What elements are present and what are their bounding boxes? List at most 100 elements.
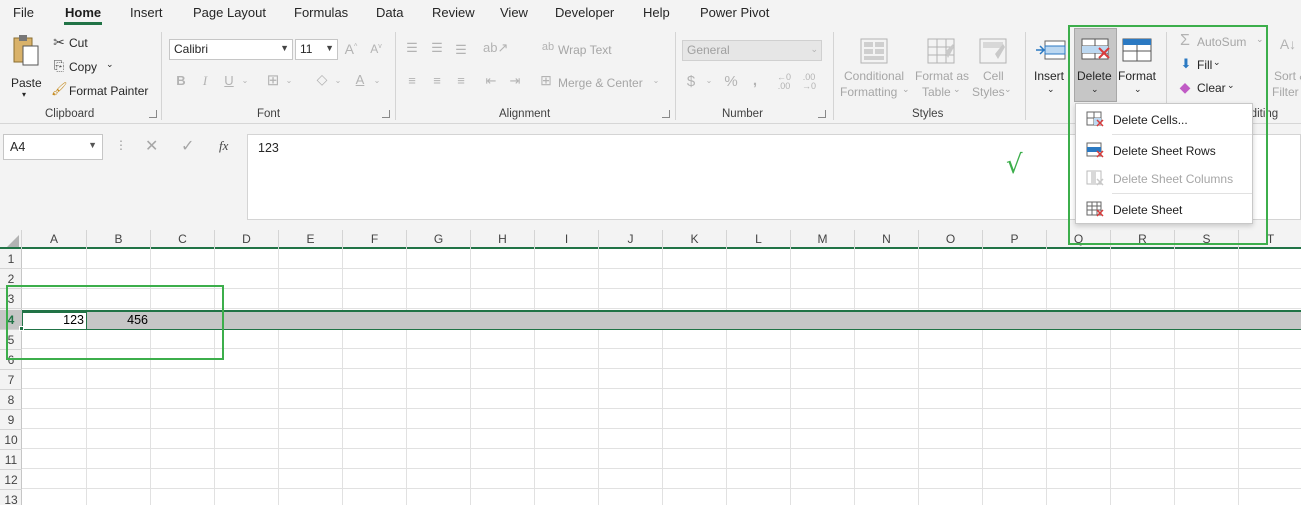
currency-icon[interactable]: $ bbox=[684, 73, 698, 90]
number-format-select[interactable]: General ⌄ bbox=[682, 40, 822, 61]
column-header-t[interactable]: T bbox=[1239, 230, 1301, 249]
row-header-5[interactable]: 5 bbox=[0, 330, 22, 350]
chevron-down-icon[interactable]: ⌄ bbox=[1227, 80, 1235, 91]
autosum-button[interactable]: AutoSum bbox=[1197, 35, 1246, 49]
chevron-down-icon[interactable]: ⌄ bbox=[240, 76, 250, 85]
decrease-indent-icon[interactable]: ⇤ bbox=[482, 73, 500, 89]
menu-item-delete-cells[interactable]: Delete Cells... bbox=[1076, 106, 1252, 132]
column-header-d[interactable]: D bbox=[215, 230, 279, 249]
row-4-selected[interactable] bbox=[22, 310, 1301, 330]
column-header-b[interactable]: B bbox=[87, 230, 151, 249]
align-center-icon[interactable]: ≡ bbox=[428, 73, 446, 88]
borders-icon[interactable]: ⊞ bbox=[265, 71, 281, 89]
align-left-icon[interactable]: ≡ bbox=[403, 73, 421, 88]
delete-button[interactable]: Delete ⌄ bbox=[1074, 28, 1117, 102]
tab-power-pivot[interactable]: Power Pivot bbox=[700, 5, 769, 20]
column-header-m[interactable]: M bbox=[791, 230, 855, 249]
cell-a4[interactable]: 123 bbox=[22, 313, 84, 327]
tab-developer[interactable]: Developer bbox=[555, 5, 614, 20]
chevron-down-icon[interactable]: ⌄ bbox=[651, 76, 661, 85]
clear-button[interactable]: Clear bbox=[1197, 81, 1226, 95]
orientation-icon[interactable]: ab↗ bbox=[483, 40, 508, 56]
column-header-j[interactable]: J bbox=[599, 230, 663, 249]
clipboard-launcher-icon[interactable] bbox=[149, 110, 157, 118]
font-size-select[interactable]: 11 ▼ bbox=[295, 39, 338, 60]
column-header-o[interactable]: O bbox=[919, 230, 983, 249]
chevron-down-icon[interactable]: ⌄ bbox=[372, 76, 382, 85]
column-header-p[interactable]: P bbox=[983, 230, 1047, 249]
increase-font-icon[interactable]: A^ bbox=[343, 41, 359, 57]
row-header-6[interactable]: 6 bbox=[0, 350, 22, 370]
column-header-c[interactable]: C bbox=[151, 230, 215, 249]
fill-button[interactable]: Fill bbox=[1197, 58, 1212, 72]
cut-button[interactable]: Cut bbox=[69, 36, 88, 50]
tab-page-layout[interactable]: Page Layout bbox=[193, 5, 266, 20]
column-header-q[interactable]: Q bbox=[1047, 230, 1111, 249]
cancel-icon[interactable]: ✕ bbox=[145, 136, 158, 156]
menu-item-delete-sheet-rows[interactable]: Delete Sheet Rows bbox=[1076, 137, 1252, 163]
paste-button[interactable]: Paste ▾ bbox=[8, 34, 46, 100]
tab-file[interactable]: File bbox=[13, 5, 34, 20]
row-header-8[interactable]: 8 bbox=[0, 390, 22, 410]
enter-icon[interactable]: ✓ bbox=[181, 136, 194, 156]
cell-grid[interactable] bbox=[22, 249, 1301, 505]
sort-filter-label[interactable]: Sort & bbox=[1274, 69, 1301, 83]
column-header-n[interactable]: N bbox=[855, 230, 919, 249]
percent-icon[interactable]: % bbox=[723, 73, 739, 90]
font-color-icon[interactable]: A bbox=[352, 72, 368, 87]
row-header-13[interactable]: 13 bbox=[0, 490, 22, 505]
italic-icon[interactable]: I bbox=[198, 73, 212, 89]
fill-handle[interactable] bbox=[19, 326, 24, 331]
column-header-r[interactable]: R bbox=[1111, 230, 1175, 249]
chevron-down-icon[interactable]: ⌄ bbox=[1213, 57, 1221, 68]
decrease-font-icon[interactable]: Av bbox=[368, 42, 384, 56]
underline-icon[interactable]: U bbox=[222, 73, 236, 88]
tab-help[interactable]: Help bbox=[643, 5, 670, 20]
column-header-l[interactable]: L bbox=[727, 230, 791, 249]
format-painter-button[interactable]: Format Painter bbox=[69, 84, 148, 98]
decrease-decimal-icon[interactable]: .00 →0 bbox=[800, 73, 818, 91]
conditional-formatting-button[interactable]: Conditional Formatting ⌄ bbox=[838, 36, 912, 102]
row-header-12[interactable]: 12 bbox=[0, 470, 22, 490]
row-header-11[interactable]: 11 bbox=[0, 450, 22, 470]
insert-function-icon[interactable]: fx bbox=[219, 138, 228, 154]
column-header-s[interactable]: S bbox=[1175, 230, 1239, 249]
align-right-icon[interactable]: ≡ bbox=[452, 73, 470, 88]
column-header-e[interactable]: E bbox=[279, 230, 343, 249]
bold-icon[interactable]: B bbox=[174, 73, 188, 88]
wrap-text-button[interactable]: Wrap Text bbox=[558, 43, 612, 57]
font-launcher-icon[interactable] bbox=[382, 110, 390, 118]
column-header-g[interactable]: G bbox=[407, 230, 471, 249]
font-name-select[interactable]: Calibri ▼ bbox=[169, 39, 293, 60]
chevron-down-icon[interactable]: ⌄ bbox=[333, 76, 343, 85]
chevron-down-icon[interactable]: ⌄ bbox=[704, 76, 714, 85]
chevron-down-icon[interactable]: ⌄ bbox=[284, 76, 294, 85]
tab-insert[interactable]: Insert bbox=[130, 5, 163, 20]
tab-formulas[interactable]: Formulas bbox=[294, 5, 348, 20]
column-header-i[interactable]: I bbox=[535, 230, 599, 249]
increase-decimal-icon[interactable]: ←0.00 bbox=[775, 73, 793, 91]
chevron-down-icon[interactable]: ⌄ bbox=[106, 59, 114, 70]
copy-button[interactable]: Copy bbox=[69, 60, 97, 74]
chevron-down-icon[interactable]: ▼ bbox=[88, 140, 97, 150]
chevron-down-icon[interactable]: ⌄ bbox=[1256, 34, 1264, 45]
tab-data[interactable]: Data bbox=[376, 5, 403, 20]
menu-item-delete-sheet[interactable]: Delete Sheet bbox=[1076, 196, 1252, 222]
row-header-10[interactable]: 10 bbox=[0, 430, 22, 450]
number-launcher-icon[interactable] bbox=[818, 110, 826, 118]
row-header-9[interactable]: 9 bbox=[0, 410, 22, 430]
column-header-h[interactable]: H bbox=[471, 230, 535, 249]
row-header-2[interactable]: 2 bbox=[0, 269, 22, 289]
increase-indent-icon[interactable]: ⇥ bbox=[506, 73, 524, 89]
row-header-1[interactable]: 1 bbox=[0, 249, 22, 269]
insert-button[interactable]: Insert ⌄ bbox=[1033, 34, 1073, 100]
alignment-launcher-icon[interactable] bbox=[662, 110, 670, 118]
row-header-7[interactable]: 7 bbox=[0, 370, 22, 390]
row-header-3[interactable]: 3 bbox=[0, 289, 22, 309]
column-header-a[interactable]: A bbox=[22, 230, 87, 249]
align-middle-icon[interactable]: ☰ bbox=[428, 40, 446, 56]
tab-home[interactable]: Home bbox=[65, 5, 101, 20]
cell-styles-button[interactable]: Cell Styles ⌄ bbox=[972, 36, 1018, 102]
format-as-table-button[interactable]: Format as Table ⌄ bbox=[912, 36, 972, 102]
name-box[interactable]: A4 ▼ bbox=[3, 134, 103, 160]
